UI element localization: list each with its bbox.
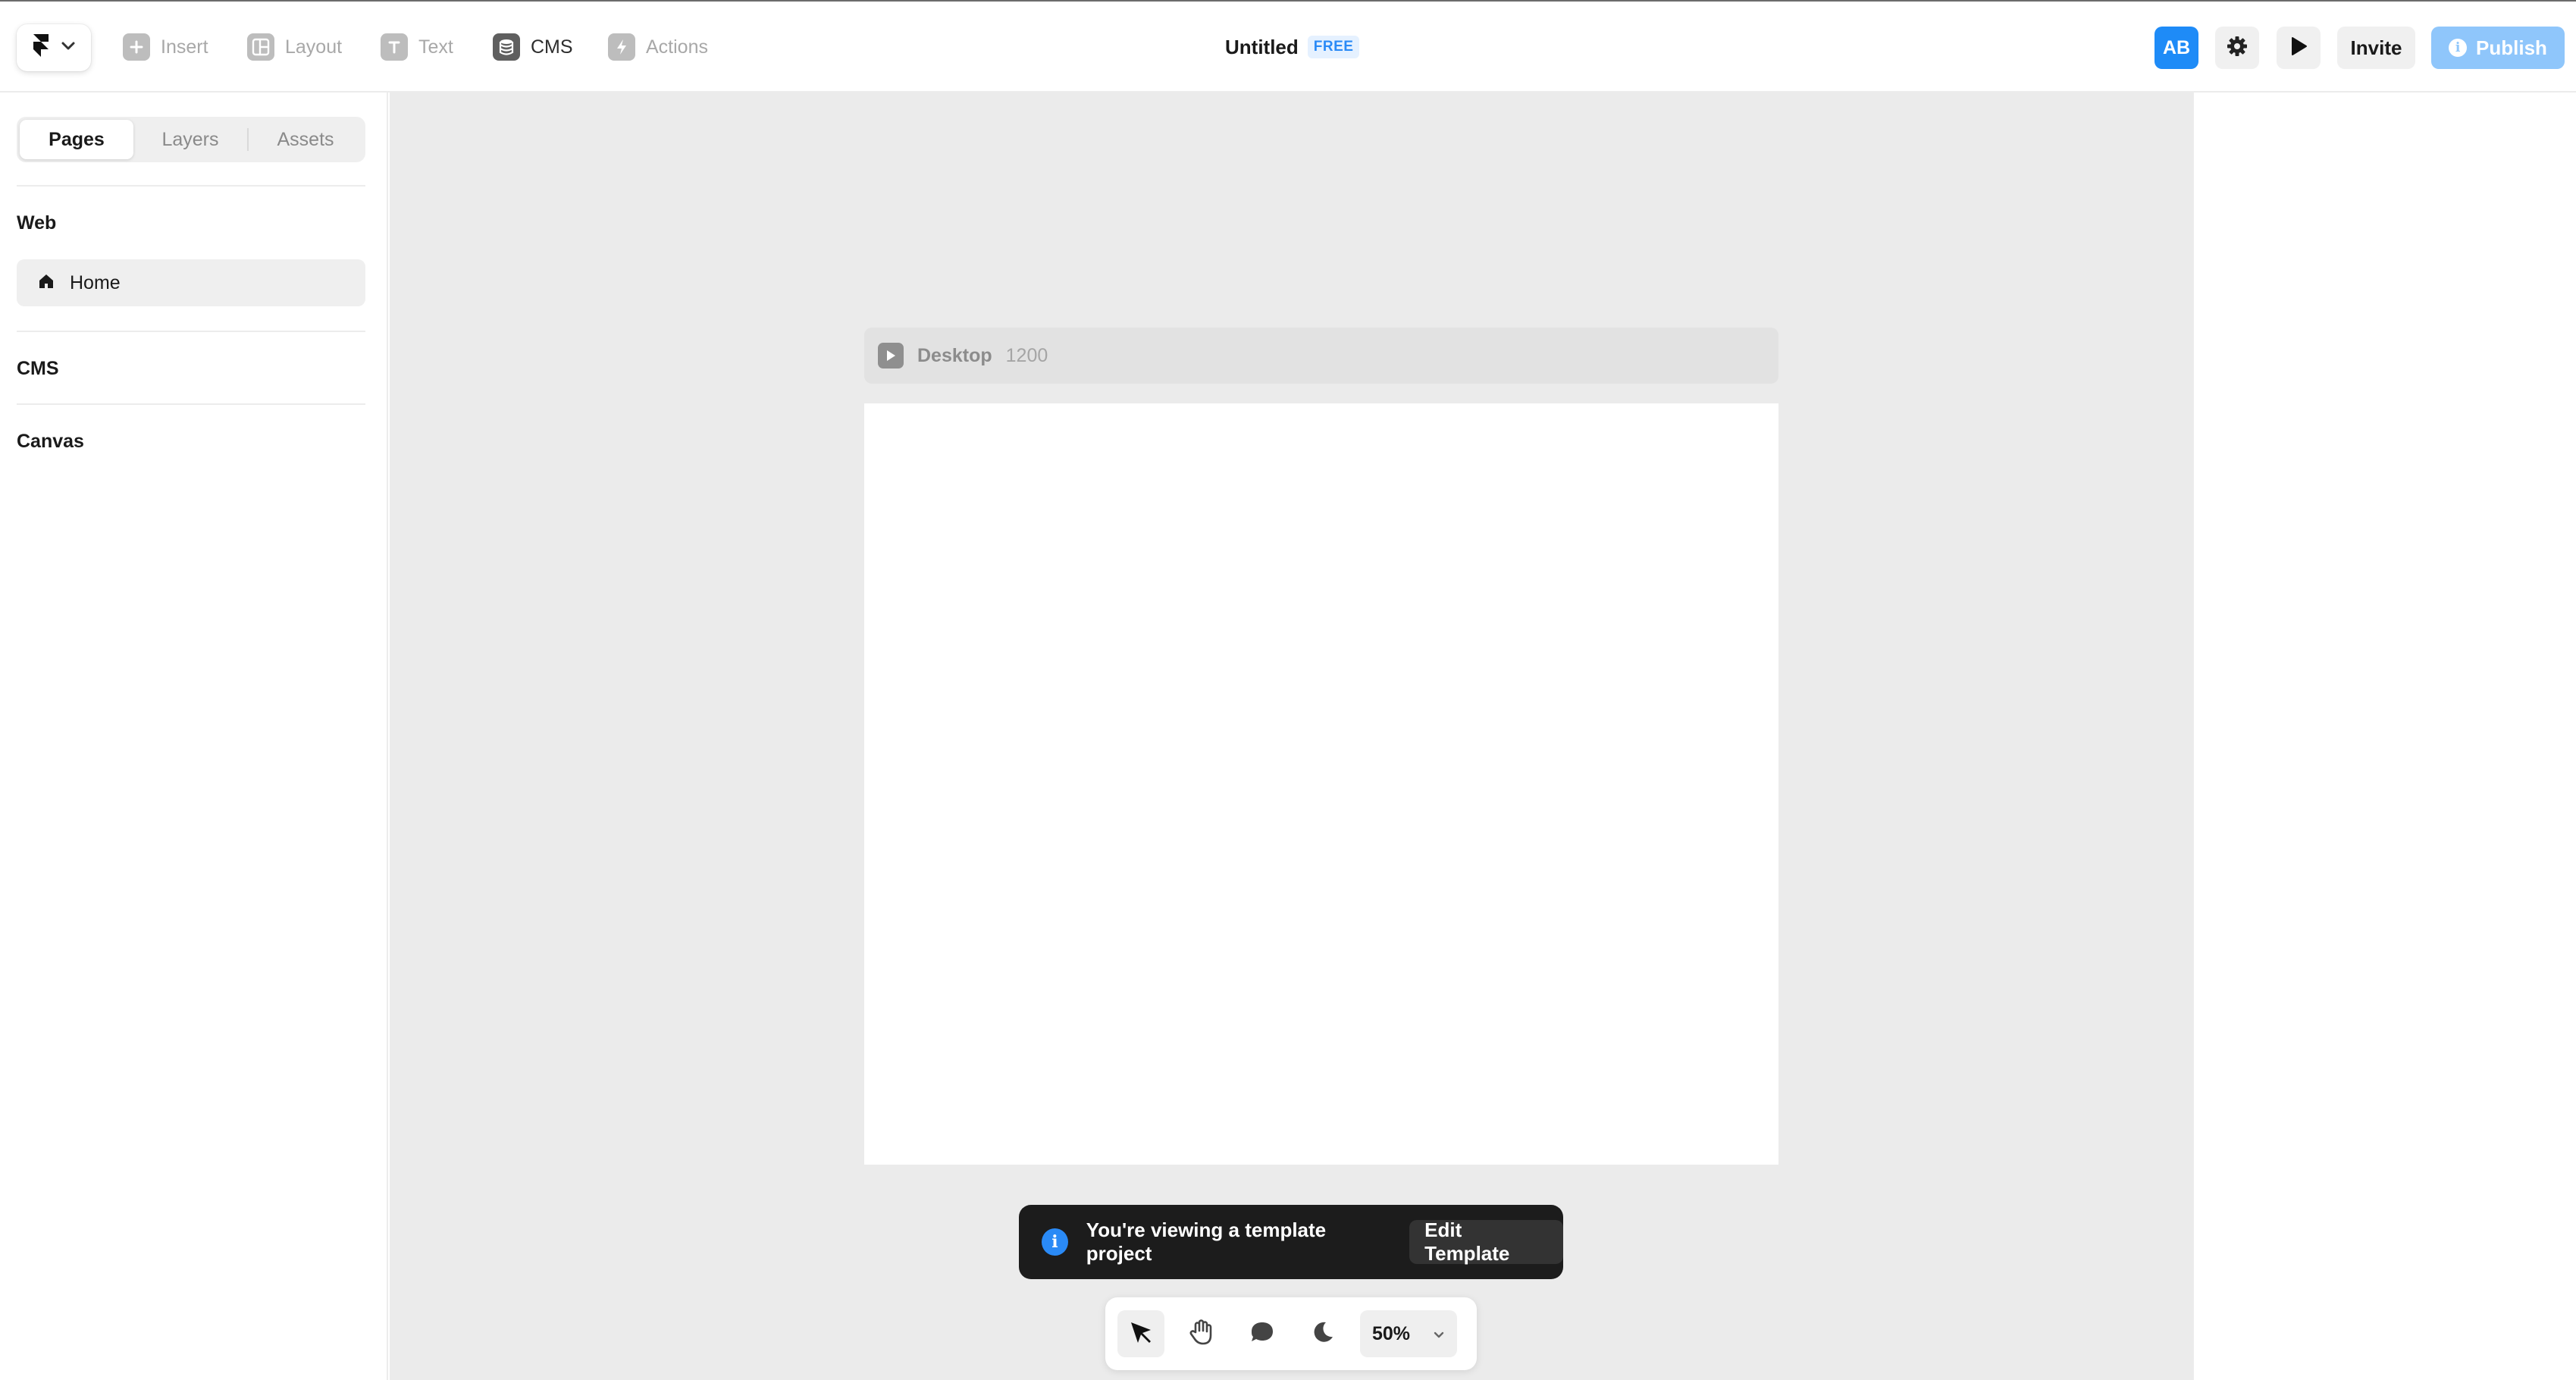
chevron-down-icon (1433, 1323, 1445, 1345)
settings-button[interactable] (2215, 27, 2259, 69)
tab-pages[interactable]: Pages (20, 120, 133, 159)
toolbar-cms[interactable]: CMS (493, 30, 573, 64)
text-icon (381, 33, 408, 61)
select-tool-button[interactable] (1117, 1310, 1164, 1357)
project-menu-button[interactable] (17, 24, 91, 71)
frame-width: 1200 (1005, 344, 1048, 366)
toolbar-text[interactable]: Text (381, 30, 453, 64)
toolbar-layout-label: Layout (285, 36, 343, 58)
info-icon: i (1042, 1228, 1068, 1256)
properties-panel (2192, 93, 2576, 1380)
template-notice-toast: i You're viewing a template project Edit… (1019, 1205, 1563, 1279)
document-title-area[interactable]: Untitled FREE (1225, 32, 1360, 62)
preview-button[interactable] (2277, 27, 2321, 69)
invite-button[interactable]: Invite (2337, 27, 2415, 69)
lightning-icon (608, 33, 635, 61)
toolbar-insert[interactable]: Insert (123, 30, 208, 64)
page-item-home[interactable]: Home (17, 259, 365, 306)
moon-icon (1311, 1320, 1335, 1348)
zoom-value: 50% (1372, 1322, 1411, 1344)
plan-badge: FREE (1307, 36, 1360, 58)
comment-icon (1249, 1320, 1275, 1348)
play-icon (2289, 36, 2308, 61)
play-icon[interactable] (878, 343, 904, 369)
tool-dock: 50% (1105, 1297, 1477, 1370)
frame-name: Desktop (917, 344, 992, 366)
publish-button[interactable]: i Publish (2431, 27, 2565, 69)
section-canvas[interactable]: Canvas (17, 431, 84, 453)
gear-icon (2225, 34, 2249, 62)
page-item-label: Home (70, 271, 121, 293)
toolbar-actions[interactable]: Actions (608, 30, 708, 64)
document-title[interactable]: Untitled (1225, 36, 1299, 59)
hand-icon (1189, 1319, 1214, 1350)
home-icon (38, 273, 55, 293)
theme-toggle-button[interactable] (1299, 1310, 1346, 1357)
sidebar-divider (17, 185, 365, 187)
tab-assets[interactable]: Assets (249, 120, 362, 159)
plus-icon (123, 33, 150, 61)
frame-header-desktop[interactable]: Desktop 1200 (864, 328, 1778, 384)
chevron-down-icon (61, 41, 76, 55)
publish-label: Publish (2476, 36, 2547, 59)
sidebar-tabs: Pages Layers Assets (17, 117, 365, 162)
section-web[interactable]: Web (17, 212, 56, 234)
sidebar-divider (17, 403, 365, 405)
toolbar-actions-label: Actions (646, 36, 708, 58)
tab-layers[interactable]: Layers (133, 120, 247, 159)
edit-template-button[interactable]: Edit Template (1409, 1218, 1563, 1265)
sidebar-divider (17, 331, 365, 332)
zoom-select[interactable]: 50% (1360, 1310, 1457, 1357)
comment-tool-button[interactable] (1239, 1310, 1286, 1357)
toolbar-text-label: Text (418, 36, 453, 58)
layout-icon (247, 33, 274, 61)
section-cms[interactable]: CMS (17, 358, 59, 380)
toolbar-layout[interactable]: Layout (247, 30, 342, 64)
toolbar-cms-label: CMS (531, 36, 573, 58)
toolbar-insert-label: Insert (161, 36, 208, 58)
hand-tool-button[interactable] (1178, 1310, 1225, 1357)
desktop-frame[interactable] (864, 403, 1778, 1165)
left-sidebar: Pages Layers Assets Web Home CMS Canvas (0, 93, 388, 1380)
info-icon: i (2449, 39, 2468, 57)
user-avatar[interactable]: AB (2155, 27, 2198, 69)
toast-message: You're viewing a template project (1086, 1218, 1327, 1265)
pointer-icon (1128, 1319, 1154, 1349)
framer-logo-icon (32, 33, 50, 63)
top-toolbar: Insert Layout Text CMS Actions Untitled … (0, 0, 2576, 93)
database-icon (493, 33, 520, 61)
